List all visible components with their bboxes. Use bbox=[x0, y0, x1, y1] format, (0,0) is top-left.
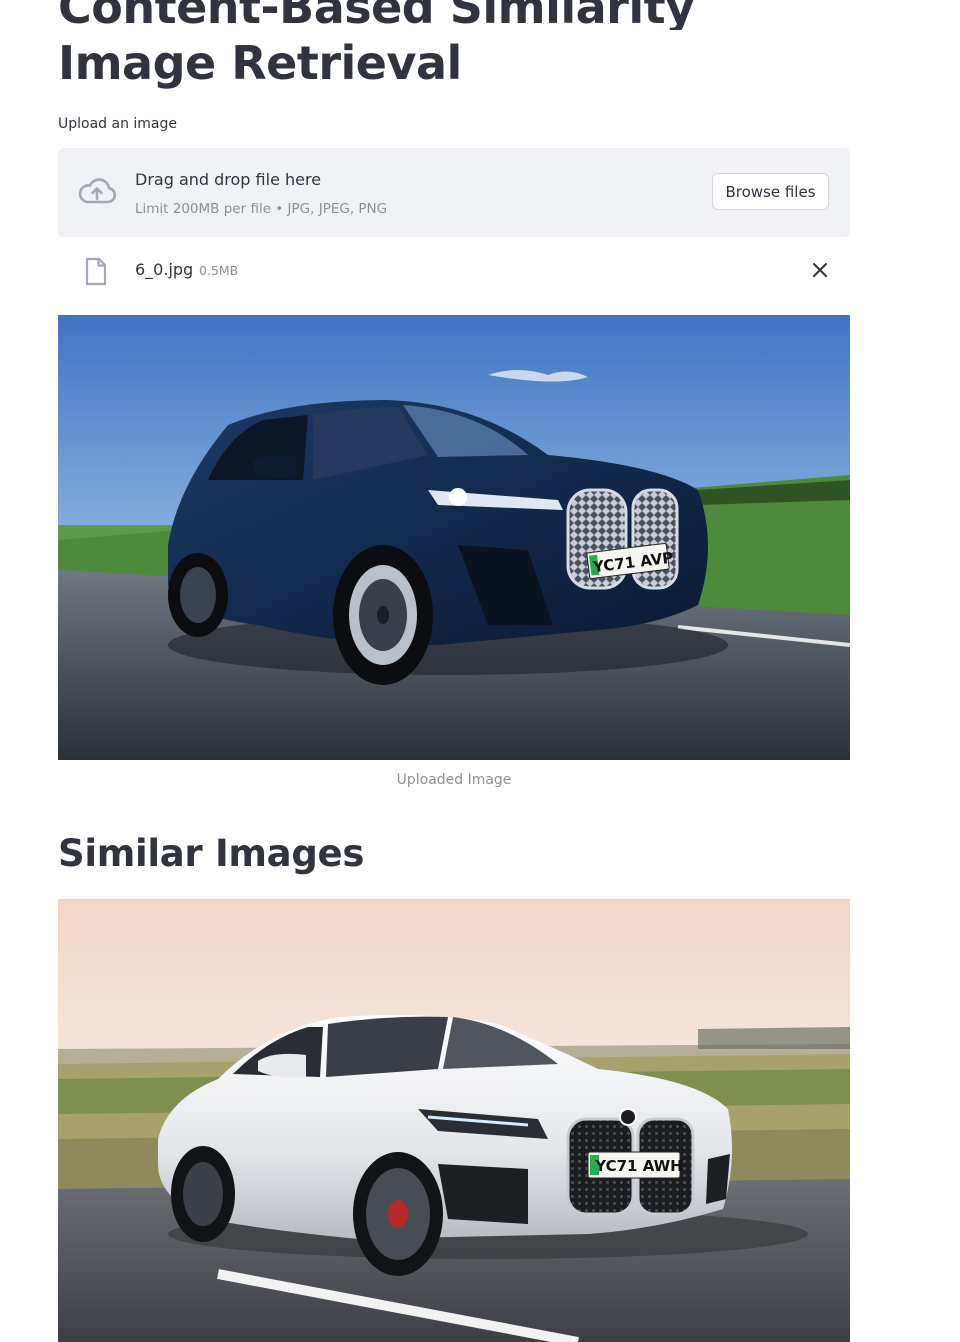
uploaded-file-size: 0.5MB bbox=[199, 263, 239, 278]
license-plate-text-similar: YC71 AWH bbox=[594, 1157, 682, 1175]
browse-files-button[interactable]: Browse files bbox=[712, 173, 829, 210]
dropzone-limit-text: Limit 200MB per file • JPG, JPEG, PNG bbox=[135, 201, 388, 217]
similar-image-1: YC71 AWH bbox=[58, 899, 850, 1342]
uploaded-file-row: 6_0.jpg 0.5MB bbox=[58, 250, 850, 292]
upload-label: Upload an image bbox=[58, 116, 178, 132]
file-dropzone[interactable]: Drag and drop file here Limit 200MB per … bbox=[58, 148, 850, 237]
file-icon bbox=[85, 257, 107, 286]
uploaded-image: YC71 AVP bbox=[58, 315, 850, 760]
uploaded-image-caption: Uploaded Image bbox=[396, 772, 512, 788]
page-title: Image Retrieval bbox=[58, 36, 462, 90]
similar-images-heading: Similar Images bbox=[58, 832, 365, 875]
close-icon[interactable] bbox=[810, 260, 830, 280]
page-title-line1: Content-Based Similarity bbox=[58, 0, 858, 30]
dropzone-instructions: Drag and drop file here bbox=[135, 170, 322, 189]
cloud-upload-icon bbox=[78, 178, 117, 204]
uploaded-file-name: 6_0.jpg bbox=[135, 260, 194, 279]
page-title-line1-text: Content-Based Similarity bbox=[58, 0, 695, 30]
